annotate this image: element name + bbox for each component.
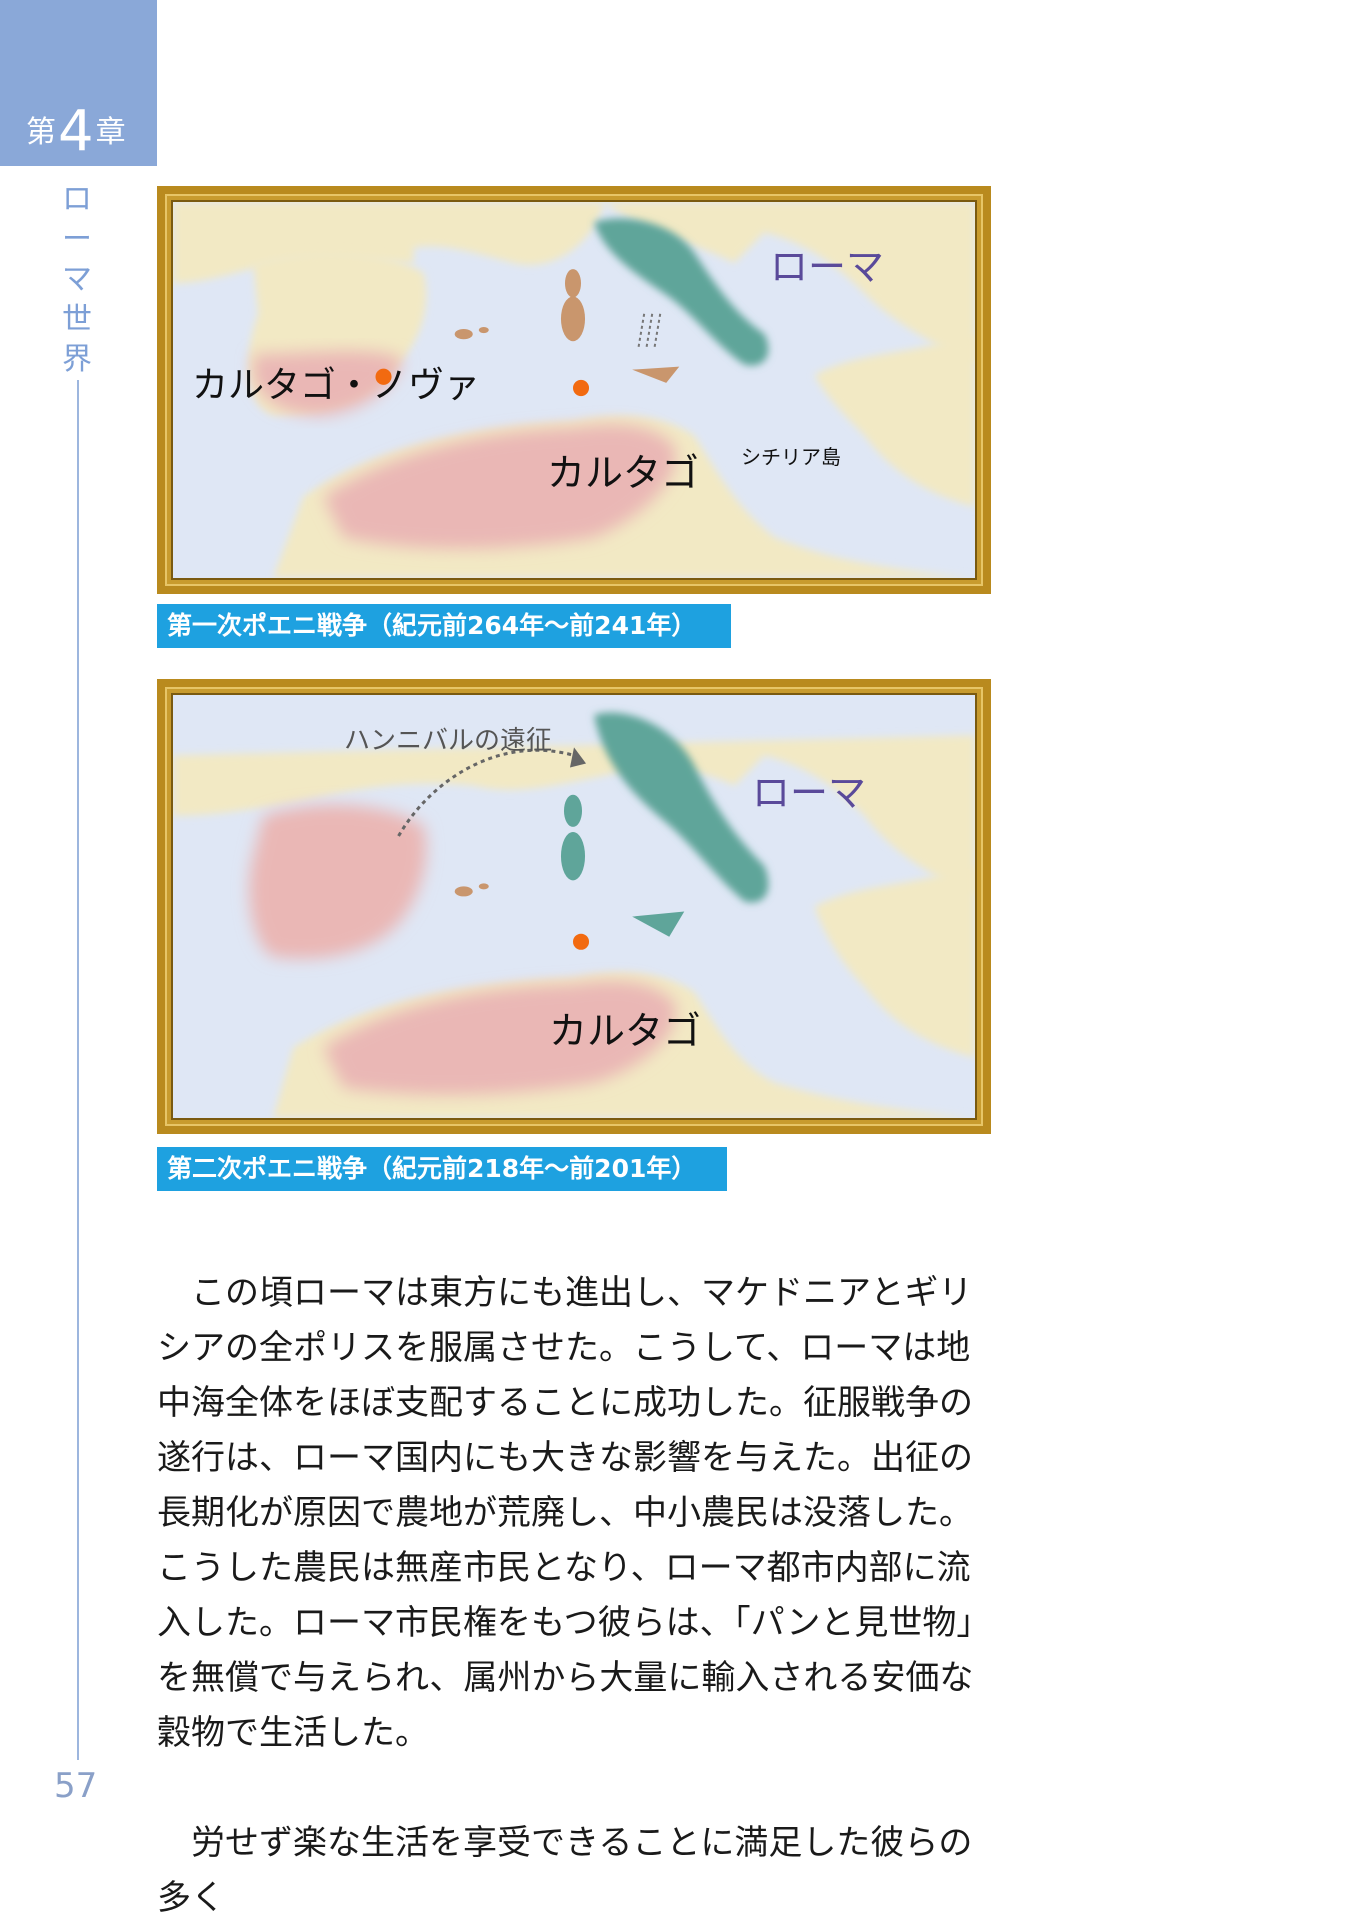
paragraph: この頃ローマは東方にも進出し、マケドニアとギリシアの全ポリスを服属させた。こうし… xyxy=(157,1273,991,1753)
map-second-punic-war xyxy=(157,679,991,1134)
chapter-tab: 第4章 xyxy=(0,0,157,166)
section-title: ローマ世界 xyxy=(62,182,92,377)
body-text: この頃ローマは東方にも進出し、マケドニアとギリシアの全ポリスを服属させた。こうし… xyxy=(157,1266,993,1926)
map2-rome-label: ローマ xyxy=(752,771,867,815)
chapter-prefix: 第 xyxy=(26,115,56,150)
map2-caption: 第二次ポエニ戦争（紀元前218年～前201年） xyxy=(157,1147,727,1191)
side-rule xyxy=(77,380,79,1760)
map1-rome-label: ローマ xyxy=(770,245,885,289)
chapter-suffix: 章 xyxy=(95,115,126,150)
map1-caption: 第一次ポエニ戦争（紀元前264年～前241年） xyxy=(157,604,731,648)
map1-carthage-label: カルタゴ xyxy=(547,451,700,495)
chapter-number: 4 xyxy=(58,99,94,164)
map2-carthage-label: カルタゴ xyxy=(549,1009,702,1053)
map-image xyxy=(171,693,977,1120)
map1-new-carthage-label: カルタゴ・ノヴァ xyxy=(192,365,481,406)
page-number: 57 xyxy=(54,1766,98,1806)
paragraph: 労せず楽な生活を享受できることに満足した彼らの多く xyxy=(157,1823,973,1918)
map2-hannibal-label: ハンニバルの遠征 xyxy=(344,726,553,756)
chapter-label: 第4章 xyxy=(26,104,126,160)
map1-sicily-label: シチリア島 xyxy=(741,445,841,469)
